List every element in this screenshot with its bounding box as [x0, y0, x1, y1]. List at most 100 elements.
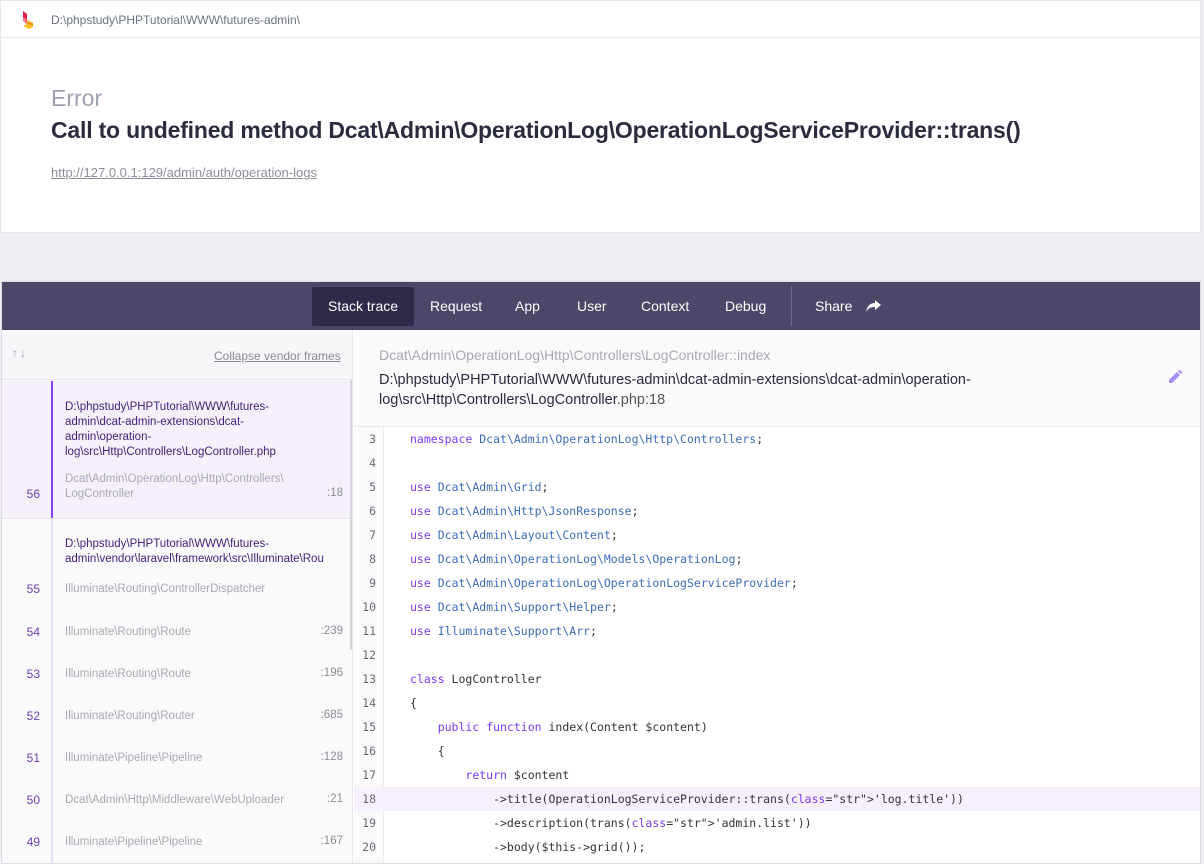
- code-line-text: ->description(trans(class="str">'admin.l…: [410, 816, 812, 830]
- ignition-logo-icon: [23, 11, 33, 29]
- frame-class: Illuminate\Routing\Route: [65, 626, 191, 638]
- frame-class: Illuminate\Routing\Route: [65, 668, 191, 680]
- frame-number: 51: [26, 751, 40, 765]
- tab-stack-trace[interactable]: Stack trace: [312, 287, 415, 326]
- frame-line: :21: [327, 793, 343, 805]
- frame-class: Illuminate\Pipeline\Pipeline: [65, 752, 203, 764]
- code-header: Dcat\Admin\OperationLog\Http\Controllers…: [354, 330, 1200, 427]
- error-card: Error Call to undefined method Dcat\Admi…: [0, 38, 1201, 233]
- frames-scrollbar[interactable]: [350, 380, 352, 650]
- frame-method: Dcat\Admin\OperationLog\Http\Controllers…: [379, 347, 771, 363]
- code-line-number: 4: [369, 456, 376, 470]
- code-snippet: 3 namespace Dcat\Admin\OperationLog\Http\…: [354, 427, 1200, 863]
- code-line-text: use Dcat\Admin\OperationLog\Models\Opera…: [410, 552, 743, 566]
- frame-number: 52: [26, 709, 40, 723]
- code-line: 14 {: [354, 691, 1200, 715]
- tab-request[interactable]: Request: [414, 287, 498, 326]
- stack-frame[interactable]: 54 Illuminate\Routing\Route :239: [2, 612, 351, 654]
- code-line-number: 20: [362, 840, 376, 854]
- stack-frame[interactable]: 53 Illuminate\Routing\Route :196: [2, 654, 351, 696]
- stack-frame[interactable]: 52 Illuminate\Routing\Router :685: [2, 696, 351, 738]
- frame-class: Illuminate\Pipeline\Pipeline: [65, 836, 203, 848]
- frame-class: Dcat\Admin\Http\Middleware\WebUploader: [65, 794, 285, 806]
- code-line-text: return $content: [465, 768, 570, 782]
- code-line-text: use Dcat\Admin\OperationLog\OperationLog…: [410, 576, 798, 590]
- code-line-text: public function index(Content $content): [437, 720, 708, 734]
- code-line-text: use Dcat\Admin\Http\JsonResponse;: [410, 504, 639, 518]
- stack-frame[interactable]: 49 Illuminate\Pipeline\Pipeline :167: [2, 822, 351, 863]
- code-line-number: 11: [362, 624, 376, 638]
- share-label: Share: [815, 298, 853, 314]
- tab-debug[interactable]: Debug: [709, 287, 782, 326]
- code-line-text: {: [410, 696, 417, 710]
- tab-bar: Stack trace Request App User Context Deb…: [2, 282, 1200, 330]
- frame-number: 55: [26, 582, 40, 596]
- file-path-text: D:\phpstudy\PHPTutorial\WWW\futures-admi…: [379, 372, 971, 408]
- tab-app[interactable]: App: [499, 287, 556, 326]
- code-line-number: 17: [362, 768, 376, 782]
- code-line-number: 18: [362, 792, 376, 806]
- code-line: 19 ->description(trans(class="str">'admi…: [354, 811, 1200, 835]
- tab-share[interactable]: Share: [799, 287, 897, 326]
- code-line-number: 14: [362, 696, 376, 710]
- stack-frame[interactable]: 50 Dcat\Admin\Http\Middleware\WebUploade…: [2, 780, 351, 822]
- code-line-text: namespace Dcat\Admin\OperationLog\Http\C…: [410, 432, 764, 446]
- code-line: 7 use Dcat\Admin\Layout\Content;: [354, 523, 1200, 547]
- code-line-number: 13: [362, 672, 376, 686]
- pencil-edit-icon[interactable]: [1168, 370, 1182, 384]
- error-message: Call to undefined method Dcat\Admin\Oper…: [51, 117, 1021, 143]
- tab-user[interactable]: User: [561, 287, 623, 326]
- top-bar: D:\phpstudy\PHPTutorial\WWW\futures-admi…: [0, 0, 1201, 38]
- stack-frame[interactable]: 56 D:\phpstudy\PHPTutorial\WWW\futures- …: [2, 381, 351, 519]
- code-line-text: ->body($this->grid());: [410, 840, 646, 854]
- code-line-text: use Dcat\Admin\Grid;: [410, 480, 549, 494]
- collapse-vendor-frames-link[interactable]: Collapse vendor frames: [214, 349, 341, 363]
- stack-frame[interactable]: 51 Illuminate\Pipeline\Pipeline :128: [2, 738, 351, 780]
- project-path: D:\phpstudy\PHPTutorial\WWW\futures-admi…: [51, 13, 300, 27]
- stack-frames-list: ↑↓ Collapse vendor frames 56 D:\phpstudy…: [2, 330, 353, 863]
- code-line-number: 7: [369, 528, 376, 542]
- tab-context[interactable]: Context: [625, 287, 705, 326]
- frame-file: D:\phpstudy\PHPTutorial\WWW\futures- adm…: [65, 538, 324, 565]
- code-line-number: 9: [369, 576, 376, 590]
- frame-number: 54: [26, 625, 40, 639]
- code-line-number: 3: [369, 432, 376, 446]
- code-line: 8 use Dcat\Admin\OperationLog\Models\Oper…: [354, 547, 1200, 571]
- code-line-text: use Illuminate\Support\Arr;: [410, 624, 597, 638]
- code-line-text: ->title(OperationLogServiceProvider::tra…: [410, 792, 964, 806]
- code-line: 9 use Dcat\Admin\OperationLog\OperationLo…: [354, 571, 1200, 595]
- request-url-link[interactable]: http://127.0.0.1:129/admin/auth/operatio…: [51, 165, 317, 180]
- code-line-number: 5: [369, 480, 376, 494]
- code-line: 12: [354, 643, 1200, 667]
- frame-number: 49: [26, 835, 40, 849]
- code-line-number: 6: [369, 504, 376, 518]
- frame-class: Illuminate\Routing\ControllerDispatcher: [65, 583, 266, 595]
- code-line: 15 public function index(Content $conten…: [354, 715, 1200, 739]
- frame-file-path: D:\phpstudy\PHPTutorial\WWW\futures-admi…: [379, 370, 1099, 410]
- code-line: 18 ->title(OperationLogServiceProvider::…: [354, 787, 1200, 811]
- frame-number: 50: [26, 793, 40, 807]
- code-line-text: {: [410, 744, 445, 758]
- code-line-text: use Dcat\Admin\Support\Helper;: [410, 600, 618, 614]
- code-line-number: 19: [362, 816, 376, 830]
- stack-panel: Stack trace Request App User Context Deb…: [1, 281, 1201, 864]
- file-ext-line: .php:18: [616, 392, 666, 408]
- share-arrow-icon: [866, 300, 882, 312]
- frame-line: :167: [320, 835, 343, 847]
- code-line-number: 15: [362, 720, 376, 734]
- frame-class: Illuminate\Routing\Router: [65, 710, 195, 722]
- code-line-text: use Dcat\Admin\Layout\Content;: [410, 528, 618, 542]
- frame-line: :18: [327, 487, 343, 499]
- code-line: 4: [354, 451, 1200, 475]
- frame-line: :685: [320, 709, 343, 721]
- tab-divider: [791, 286, 792, 326]
- code-line: 16 {: [354, 739, 1200, 763]
- code-line: 13 class LogController: [354, 667, 1200, 691]
- code-line-number: 16: [362, 744, 376, 758]
- sort-arrows-icon[interactable]: ↑↓: [12, 346, 28, 360]
- code-line: 10 use Dcat\Admin\Support\Helper;: [354, 595, 1200, 619]
- code-line-text: class LogController: [410, 672, 542, 686]
- stack-frame[interactable]: D:\phpstudy\PHPTutorial\WWW\futures- adm…: [2, 519, 351, 612]
- frames-header: ↑↓ Collapse vendor frames: [2, 330, 352, 380]
- code-line: 11 use Illuminate\Support\Arr;: [354, 619, 1200, 643]
